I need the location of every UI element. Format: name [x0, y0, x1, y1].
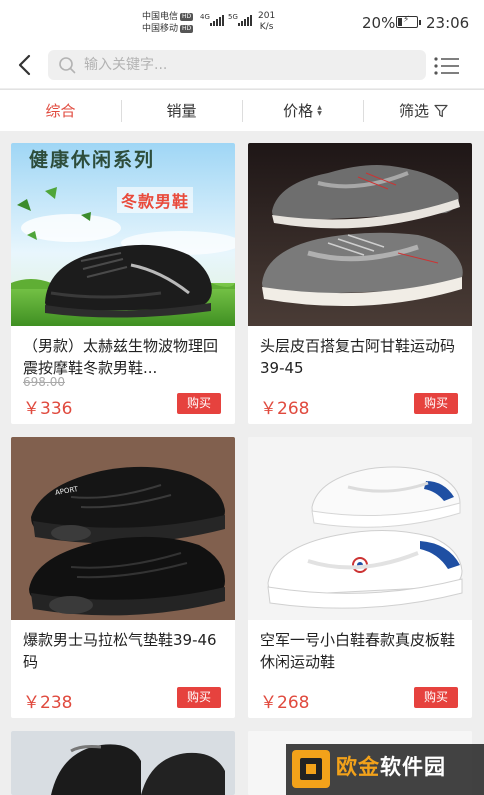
tab-filter[interactable]: 筛选 — [363, 90, 484, 131]
chevron-left-icon — [18, 54, 31, 76]
network-type-1: 4G — [200, 13, 210, 21]
search-header — [0, 44, 484, 88]
product-card[interactable]: 健康休闲系列 冬款男鞋 （男款）太赫兹生物波物理回震按摩鞋冬款男鞋... 698… — [11, 143, 235, 424]
hd-badge-1: HD — [180, 12, 194, 21]
product-image: APORT — [11, 437, 235, 620]
product-price: ￥268 — [260, 693, 310, 713]
watermark-text: 欧金软件园 — [336, 751, 446, 781]
banner-tag: 冬款男鞋 — [117, 187, 194, 213]
network-speed: 201 K/s — [258, 11, 275, 33]
sort-arrows-icon: ▲ ▼ — [317, 103, 322, 117]
speed-value: 201 — [258, 11, 276, 21]
carrier-2: 中国移动 — [142, 24, 179, 34]
product-image — [248, 143, 472, 326]
product-card[interactable]: 头层皮百搭复古阿甘鞋运动码39-45 ￥268 购买 — [248, 143, 472, 424]
status-bar: 中国电信 HD 中国移动 HD 4G 5G 201 K/s 20% ⚡ 23:06 — [0, 0, 484, 44]
list-view-icon[interactable] — [434, 56, 460, 76]
product-card[interactable]: 空军一号小白鞋春款真皮板鞋休闲运动鞋 ￥268 购买 — [248, 437, 472, 718]
product-image: 健康休闲系列 冬款男鞋 — [11, 143, 235, 326]
tab-label: 价格 — [283, 102, 314, 120]
tab-sales[interactable]: 销量 — [121, 90, 242, 131]
hd-badge-2: HD — [180, 24, 194, 33]
product-image — [248, 437, 472, 620]
product-card[interactable]: APORT 爆款男士马拉松气垫鞋39-46码 ￥238 购买 — [11, 437, 235, 718]
product-price: ￥268 — [260, 399, 310, 419]
battery-icon: ⚡ — [396, 15, 421, 28]
product-price: ￥336 — [23, 399, 73, 419]
tab-label: 综合 — [45, 102, 76, 120]
buy-button[interactable]: 购买 — [414, 393, 458, 414]
tab-label: 筛选 — [398, 102, 429, 120]
product-title: （男款）太赫兹生物波物理回震按摩鞋冬款男鞋... — [23, 337, 219, 377]
original-price: 698.00 — [23, 375, 65, 389]
clock: 23:06 — [426, 14, 470, 32]
search-input[interactable] — [84, 54, 414, 76]
watermark-text-2: 软件园 — [380, 755, 446, 779]
tab-comprehensive[interactable]: 综合 — [0, 90, 121, 131]
product-title: 空军一号小白鞋春款真皮板鞋休闲运动鞋 — [260, 631, 456, 671]
signal-icon-1 — [210, 14, 224, 26]
tab-label: 销量 — [166, 102, 197, 120]
banner-title: 健康休闲系列 — [29, 149, 156, 171]
buy-button[interactable]: 购买 — [414, 687, 458, 708]
watermark-text-1: 欧金 — [336, 755, 380, 779]
buy-button[interactable]: 购买 — [177, 687, 221, 708]
search-icon — [59, 57, 76, 74]
product-card[interactable] — [11, 731, 235, 795]
back-button[interactable] — [14, 52, 36, 78]
buy-button[interactable]: 购买 — [177, 393, 221, 414]
tab-price[interactable]: 价格 ▲ ▼ — [242, 90, 363, 131]
carrier-1: 中国电信 — [142, 12, 179, 22]
carrier-info: 中国电信 HD 中国移动 HD — [142, 11, 194, 35]
sort-bar: 综合 销量 价格 ▲ ▼ 筛选 — [0, 89, 484, 131]
product-image — [11, 731, 235, 795]
filter-icon — [434, 104, 448, 117]
network-type-2: 5G — [228, 13, 238, 21]
product-title: 头层皮百搭复古阿甘鞋运动码39-45 — [260, 337, 456, 377]
search-box[interactable] — [48, 50, 426, 80]
product-price: ￥238 — [23, 693, 73, 713]
product-title: 爆款男士马拉松气垫鞋39-46码 — [23, 631, 217, 671]
battery-percent: 20% — [362, 14, 396, 32]
signal-icon-2 — [238, 14, 252, 26]
speed-unit: K/s — [259, 22, 274, 32]
